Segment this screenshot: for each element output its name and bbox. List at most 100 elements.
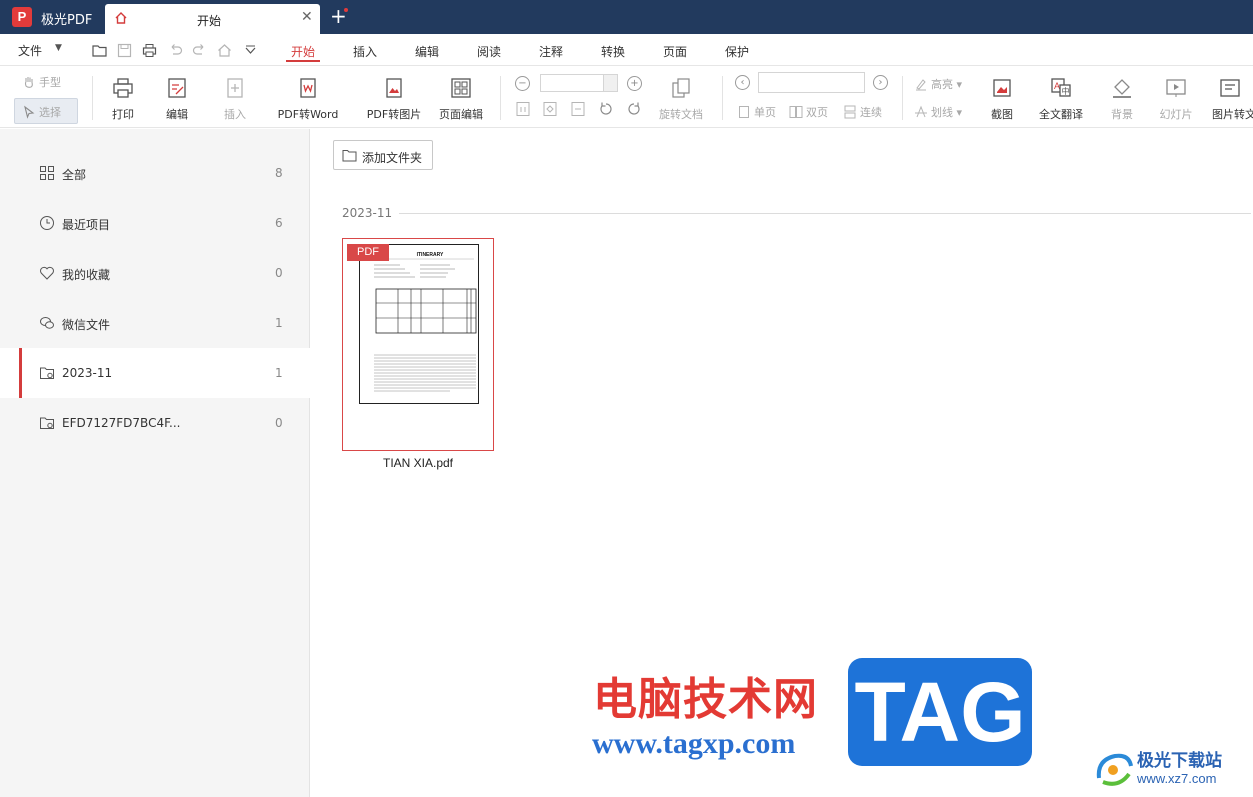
highlighter-icon bbox=[916, 79, 926, 91]
double-page-button[interactable]: 双页 bbox=[789, 104, 828, 120]
full-translate-button[interactable]: A中 全文翻译 bbox=[1034, 76, 1088, 122]
sidebar-item-count: 0 bbox=[275, 266, 283, 280]
rotate-doc-button[interactable]: 旋转文档 bbox=[655, 76, 707, 122]
sidebar-item-label: 微信文件 bbox=[62, 318, 111, 332]
next-page-icon[interactable]: › bbox=[873, 75, 888, 90]
insert-label: 插入 bbox=[224, 108, 246, 121]
zoom-in-icon[interactable]: + bbox=[627, 76, 642, 91]
sidebar-item-favorites[interactable]: 我的收藏 0 bbox=[0, 248, 310, 298]
single-page-button[interactable]: 单页 bbox=[737, 104, 776, 120]
sidebar-item-label: 我的收藏 bbox=[62, 268, 111, 282]
sidebar-item-count: 0 bbox=[275, 416, 283, 430]
menu-tab-protect[interactable]: 保护 bbox=[725, 43, 749, 60]
page-number-input[interactable] bbox=[758, 72, 865, 93]
background-button[interactable]: 背景 bbox=[1104, 76, 1140, 122]
folder-icon bbox=[40, 417, 54, 429]
tab-start[interactable]: 开始 ✕ bbox=[105, 4, 320, 34]
new-tab-dot bbox=[344, 8, 348, 12]
sidebar-item-2023-11[interactable]: 2023-11 1 bbox=[0, 348, 310, 398]
slideshow-button[interactable]: 幻灯片 bbox=[1156, 76, 1196, 122]
screenshot-button[interactable]: 截图 bbox=[986, 76, 1018, 122]
fit-width-icon[interactable] bbox=[570, 101, 586, 117]
app-name: 极光PDF bbox=[41, 13, 93, 28]
image-to-text-button[interactable]: 图片转文 bbox=[1210, 76, 1253, 122]
svg-text:中: 中 bbox=[1062, 86, 1070, 96]
home-icon bbox=[115, 12, 127, 24]
menu-tab-page[interactable]: 页面 bbox=[663, 43, 687, 60]
pdf-to-image-button[interactable]: PDF转图片 bbox=[358, 76, 430, 122]
slideshow-label: 幻灯片 bbox=[1159, 108, 1193, 121]
ribbon-separator bbox=[92, 76, 93, 120]
actual-size-icon[interactable] bbox=[515, 101, 531, 117]
insert-button[interactable]: 插入 bbox=[215, 76, 255, 122]
folder-add-icon bbox=[342, 150, 357, 162]
sidebar-item-recent[interactable]: 最近项目 6 bbox=[0, 198, 310, 248]
menu-tab-edit[interactable]: 编辑 bbox=[415, 43, 439, 60]
pdf-to-word-icon bbox=[300, 78, 316, 98]
edit-label: 编辑 bbox=[166, 108, 188, 121]
page-edit-label: 页面编辑 bbox=[439, 108, 483, 121]
screenshot-label: 截图 bbox=[991, 108, 1013, 121]
single-page-label: 单页 bbox=[754, 106, 776, 119]
hand-tool-button[interactable]: 手型 bbox=[22, 74, 61, 90]
file-name[interactable]: TIAN XIA.pdf bbox=[342, 456, 494, 470]
highlight-button[interactable]: 高亮 ▾ bbox=[914, 76, 962, 92]
strikethrough-button[interactable]: 划线 ▾ bbox=[914, 104, 962, 120]
more-dropdown-icon[interactable] bbox=[243, 43, 258, 58]
screenshot-icon bbox=[993, 79, 1011, 97]
sidebar-item-all[interactable]: 全部 8 bbox=[0, 148, 310, 198]
menu-tab-convert[interactable]: 转换 bbox=[601, 43, 625, 60]
slideshow-icon bbox=[1166, 79, 1186, 97]
fit-page-icon[interactable] bbox=[542, 101, 558, 117]
close-tab-icon[interactable]: ✕ bbox=[301, 9, 313, 25]
edit-doc-icon bbox=[168, 78, 186, 98]
open-folder-icon[interactable] bbox=[92, 43, 107, 58]
undo-icon[interactable] bbox=[168, 43, 183, 58]
continuous-button[interactable]: 连续 bbox=[843, 104, 882, 120]
brand-swirl-icon bbox=[1096, 753, 1133, 786]
app-logo-icon: P bbox=[12, 7, 32, 27]
print-button[interactable]: 打印 bbox=[108, 76, 138, 122]
active-tab-indicator bbox=[286, 60, 320, 62]
double-page-icon bbox=[789, 106, 803, 118]
add-folder-button[interactable]: 添加文件夹 bbox=[333, 140, 433, 170]
add-folder-label: 添加文件夹 bbox=[362, 151, 423, 165]
menu-tab-start[interactable]: 开始 bbox=[291, 43, 315, 60]
print-icon[interactable] bbox=[142, 43, 157, 58]
edit-button[interactable]: 编辑 bbox=[162, 76, 192, 122]
sidebar-item-efd-folder[interactable]: EFD7127FD7BC4F... 0 bbox=[0, 398, 310, 448]
rotate-doc-icon bbox=[672, 78, 690, 98]
prev-page-icon[interactable]: ‹ bbox=[735, 75, 750, 90]
rotate-right-icon[interactable] bbox=[626, 101, 642, 117]
zoom-out-icon[interactable]: − bbox=[515, 76, 530, 91]
zoom-dropdown-icon[interactable] bbox=[603, 75, 617, 91]
translate-icon: A中 bbox=[1051, 78, 1071, 97]
sidebar-item-count: 1 bbox=[275, 316, 283, 330]
pdf-to-word-label: PDF转Word bbox=[277, 108, 339, 121]
rotate-left-icon[interactable] bbox=[598, 101, 614, 117]
pdf-to-word-button[interactable]: PDF转Word bbox=[268, 76, 348, 122]
watermark-tag-logo: TAG bbox=[848, 658, 1032, 766]
chevron-down-icon[interactable]: ▼ bbox=[55, 43, 62, 53]
strikethrough-icon bbox=[915, 105, 927, 118]
menu-tab-insert[interactable]: 插入 bbox=[353, 43, 377, 60]
heart-icon bbox=[40, 266, 54, 280]
watermark-cn-text: 电脑技术网 bbox=[593, 674, 818, 725]
pdf-thumbnail: ITINERARY bbox=[359, 244, 479, 404]
sidebar-item-label: 全部 bbox=[62, 168, 87, 182]
file-card[interactable]: ITINERARY PDF bbox=[342, 238, 494, 451]
home-nav-icon[interactable] bbox=[217, 43, 232, 58]
sidebar-item-count: 1 bbox=[275, 366, 283, 380]
menu-tab-annotate[interactable]: 注释 bbox=[539, 43, 563, 60]
file-menu[interactable]: 文件 bbox=[18, 42, 42, 59]
watermark-brand: 极光下载站 www.xz7.com bbox=[1093, 744, 1251, 794]
menu-tab-read[interactable]: 阅读 bbox=[477, 43, 501, 60]
page-edit-button[interactable]: 页面编辑 bbox=[436, 76, 486, 122]
redo-icon[interactable] bbox=[192, 43, 207, 58]
sidebar-item-wechat-files[interactable]: 微信文件 1 bbox=[0, 298, 310, 348]
save-icon[interactable] bbox=[117, 43, 132, 58]
page-grid-icon bbox=[451, 78, 471, 98]
image-to-text-label: 图片转文 bbox=[1212, 108, 1253, 121]
group-date-label: 2023-11 bbox=[342, 206, 393, 220]
select-tool-label: 选择 bbox=[39, 106, 61, 119]
